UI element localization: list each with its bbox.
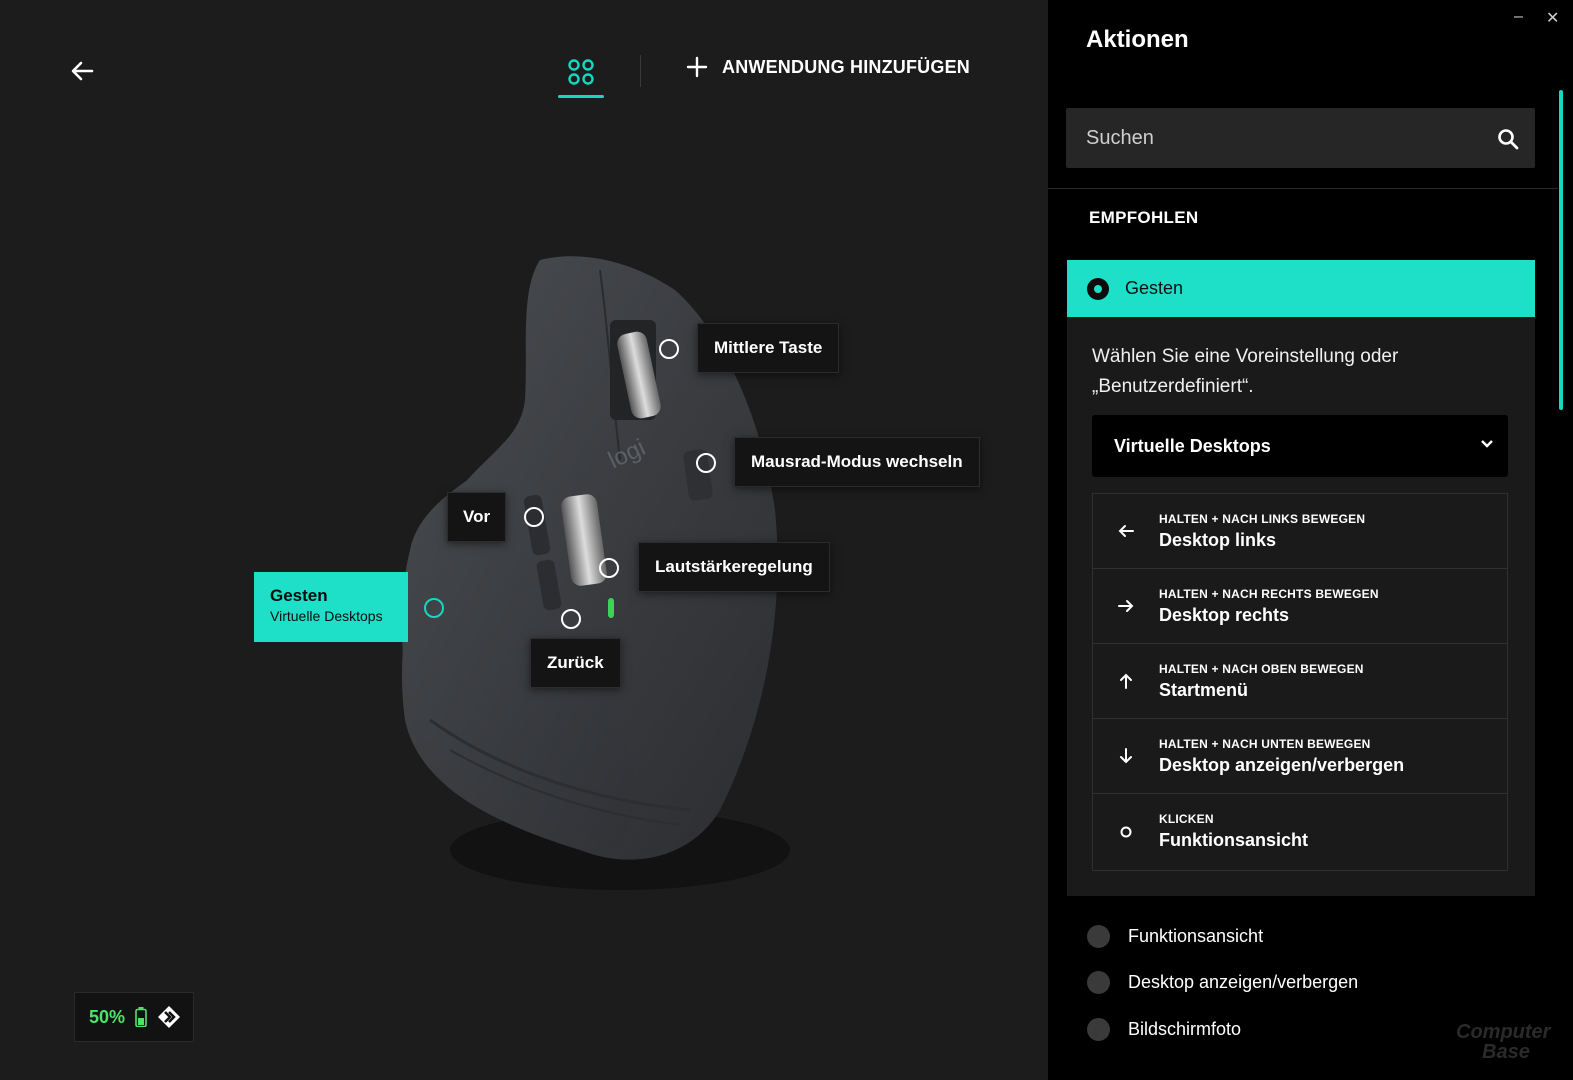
gesture-item-right[interactable]: HALTEN + NACH RECHTS BEWEGEN Desktop rec… (1093, 569, 1507, 644)
watermark-line1: Computer (1456, 1021, 1551, 1043)
action-option-gestures[interactable]: Gesten (1067, 260, 1535, 317)
label-middle-button[interactable]: Mittlere Taste (697, 323, 840, 373)
label-back[interactable]: Zurück (530, 638, 621, 688)
arrow-down-icon (1120, 748, 1132, 764)
action-option-gestures-label: Gesten (1125, 278, 1184, 298)
add-application-label: ANWENDUNG HINZUFÜGEN (722, 56, 970, 77)
section-recommended: EMPFOHLEN (1089, 208, 1199, 227)
search-box (1066, 108, 1535, 168)
panel-scrollbar[interactable] (1559, 90, 1563, 410)
label-wheel-mode[interactable]: Mausrad-Modus wechseln (734, 437, 980, 487)
gesture-item-down[interactable]: HALTEN + NACH UNTEN BEWEGEN Desktop anze… (1093, 719, 1507, 794)
gesture-hint: HALTEN + NACH LINKS BEWEGEN (1159, 511, 1366, 526)
action-option-label: Funktionsansicht (1128, 926, 1264, 946)
hotspot-volume[interactable] (599, 558, 619, 578)
preset-description: Wählen Sie eine Voreinstellung oder „Ben… (1092, 346, 1399, 397)
search-icon[interactable] (1497, 128, 1519, 150)
actions-panel: – ✕ Aktionen EMPFOHLEN Gesten Wählen Sie… (1048, 0, 1573, 1080)
action-option-screenshot[interactable]: Bildschirmfoto (1087, 1018, 1241, 1041)
radio-selected (1087, 277, 1109, 300)
hotspot-forward[interactable] (524, 507, 544, 527)
label-volume[interactable]: Lautstärkeregelung (638, 542, 830, 592)
label-forward[interactable]: Vor (447, 492, 507, 542)
panel-title: Aktionen (1086, 26, 1189, 53)
minimize-button[interactable]: – (1514, 8, 1523, 26)
gesture-action: Funktionsansicht (1159, 830, 1309, 850)
tab-all-applications[interactable] (558, 54, 604, 98)
gesture-title: Gesten (270, 586, 328, 605)
search-input[interactable] (1066, 108, 1486, 168)
label-back-text: Zurück (547, 653, 604, 672)
hotspot-wheel-mode[interactable] (696, 453, 716, 473)
arrow-left-icon (1118, 525, 1134, 537)
action-option-show-desktop[interactable]: Desktop anzeigen/verbergen (1087, 971, 1358, 994)
hotspot-gesture-button[interactable] (424, 598, 444, 618)
chevron-down-icon (1481, 440, 1493, 448)
gesture-hint: KLICKEN (1159, 812, 1214, 826)
battery-icon (135, 1007, 147, 1027)
action-option-label: Desktop anzeigen/verbergen (1128, 972, 1359, 992)
circle-icon (1120, 826, 1132, 837)
label-gesture-button[interactable]: Gesten Virtuelle Desktops (254, 572, 408, 642)
label-volume-text: Lautstärkeregelung (655, 557, 813, 576)
gesture-action: Desktop anzeigen/verbergen (1159, 754, 1405, 775)
add-application-button[interactable]: ANWENDUNG HINZUFÜGEN (686, 56, 970, 78)
gesture-hint: HALTEN + NACH UNTEN BEWEGEN (1159, 736, 1371, 751)
apps-grid-icon (568, 59, 594, 85)
active-tab-indicator (558, 95, 604, 98)
arrow-up-icon (1120, 673, 1132, 689)
gesture-list: HALTEN + NACH LINKS BEWEGEN Desktop link… (1092, 493, 1508, 871)
preset-dropdown[interactable]: Virtuelle Desktops (1092, 415, 1508, 477)
action-option-task-view[interactable]: Funktionsansicht (1087, 925, 1263, 948)
hotspot-back[interactable] (561, 609, 581, 629)
action-option-label: Bildschirmfoto (1128, 1019, 1242, 1039)
back-button[interactable] (66, 56, 98, 86)
radio-unselected (1087, 1018, 1110, 1041)
radio-unselected (1087, 971, 1110, 994)
arrow-right-icon (1118, 600, 1134, 612)
gesture-hint: HALTEN + NACH OBEN BEWEGEN (1159, 661, 1364, 676)
plus-icon (686, 56, 708, 78)
arrow-left-icon (71, 61, 94, 81)
panel-divider (1048, 188, 1558, 189)
gesture-action: Desktop rechts (1159, 604, 1290, 625)
radio-unselected (1087, 925, 1110, 948)
battery-status: 50% (74, 992, 194, 1042)
gesture-hint: HALTEN + NACH RECHTS BEWEGEN (1159, 586, 1379, 601)
header-divider (640, 55, 641, 87)
gesture-item-left[interactable]: HALTEN + NACH LINKS BEWEGEN Desktop link… (1093, 494, 1507, 569)
preset-dropdown-value: Virtuelle Desktops (1114, 435, 1271, 456)
label-wheel-mode-text: Mausrad-Modus wechseln (751, 452, 963, 471)
gesture-action-card: Gesten Wählen Sie eine Voreinstellung od… (1067, 260, 1535, 896)
connection-icon (158, 1006, 181, 1028)
gesture-item-click[interactable]: KLICKEN Funktionsansicht (1093, 794, 1507, 869)
label-forward-text: Vor (463, 507, 491, 526)
gesture-item-up[interactable]: HALTEN + NACH OBEN BEWEGEN Startmenü (1093, 644, 1507, 719)
watermark: Computer Base (1456, 1022, 1550, 1062)
device-canvas: ANWENDUNG HINZUFÜGEN logi Mittlere Taste… (0, 0, 1048, 1080)
label-middle-button-text: Mittlere Taste (714, 338, 823, 357)
hotspot-middle-button[interactable] (659, 339, 679, 359)
battery-percent: 50% (89, 1006, 126, 1027)
gesture-action: Startmenü (1159, 679, 1249, 700)
watermark-line2: Base (1482, 1041, 1530, 1063)
gesture-action: Desktop links (1159, 529, 1277, 550)
gesture-subtitle: Virtuelle Desktops (270, 608, 383, 624)
close-button[interactable]: ✕ (1546, 8, 1559, 28)
